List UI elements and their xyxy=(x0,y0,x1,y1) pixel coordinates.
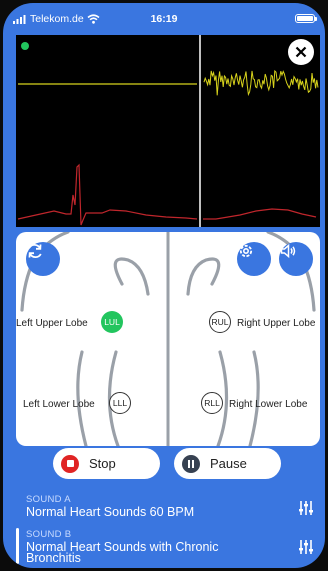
recording-indicator xyxy=(21,42,29,50)
sound-b-tag: SOUND B xyxy=(26,529,72,540)
sound-b-row[interactable]: SOUND B Normal Heart Sounds with Chronic… xyxy=(3,526,325,566)
waveform-monitor xyxy=(16,35,320,227)
ecg-trace-left xyxy=(17,163,198,226)
pause-button[interactable]: Pause xyxy=(174,448,281,479)
stop-label: Stop xyxy=(89,456,116,471)
stop-icon xyxy=(61,454,79,473)
lobe-label-rll: Right Lower Lobe xyxy=(229,399,308,410)
ecg-trace-right xyxy=(203,208,317,220)
sound-b-name: Normal Heart Sounds with Chronic Bronchi… xyxy=(26,540,219,565)
close-button[interactable] xyxy=(288,39,314,65)
app-screen: Telekom.de 16:19 Left Upper Lobe LUL RUL… xyxy=(3,3,325,568)
lobe-button-rul[interactable]: RUL xyxy=(209,311,231,333)
close-icon xyxy=(295,46,307,58)
lobe-button-rll[interactable]: RLL xyxy=(201,392,223,414)
lobe-button-lll[interactable]: LLL xyxy=(109,392,131,414)
refresh-button[interactable] xyxy=(26,242,60,276)
sliders-icon[interactable] xyxy=(298,500,314,516)
refresh-icon xyxy=(28,243,42,259)
sound-a-name: Normal Heart Sounds 60 BPM xyxy=(26,505,195,519)
sliders-icon[interactable] xyxy=(298,539,314,555)
settings-button[interactable] xyxy=(237,242,271,276)
pause-label: Pause xyxy=(210,456,247,471)
volume-button[interactable] xyxy=(279,242,313,276)
speaker-icon xyxy=(280,243,296,259)
sound-a-tag: SOUND A xyxy=(26,494,71,505)
stop-button[interactable]: Stop xyxy=(53,448,160,479)
status-bar: Telekom.de 16:19 xyxy=(3,3,325,33)
lobe-label-lll: Left Lower Lobe xyxy=(23,399,95,410)
sound-trace-burst xyxy=(203,69,319,97)
pause-icon xyxy=(182,454,200,473)
gear-icon xyxy=(239,244,253,258)
torso-outline xyxy=(20,232,316,446)
status-time: 16:19 xyxy=(150,13,178,25)
lobe-label-rul: Right Upper Lobe xyxy=(237,318,316,329)
auscultation-panel: Left Upper Lobe LUL RUL Right Upper Lobe… xyxy=(16,232,320,446)
lobe-label-lul: Left Upper Lobe xyxy=(16,318,88,329)
battery-icon xyxy=(295,14,317,23)
lobe-button-lul[interactable]: LUL xyxy=(101,311,123,333)
sound-a-row[interactable]: SOUND A Normal Heart Sounds 60 BPM xyxy=(3,491,325,525)
waveform-canvas xyxy=(17,35,319,227)
